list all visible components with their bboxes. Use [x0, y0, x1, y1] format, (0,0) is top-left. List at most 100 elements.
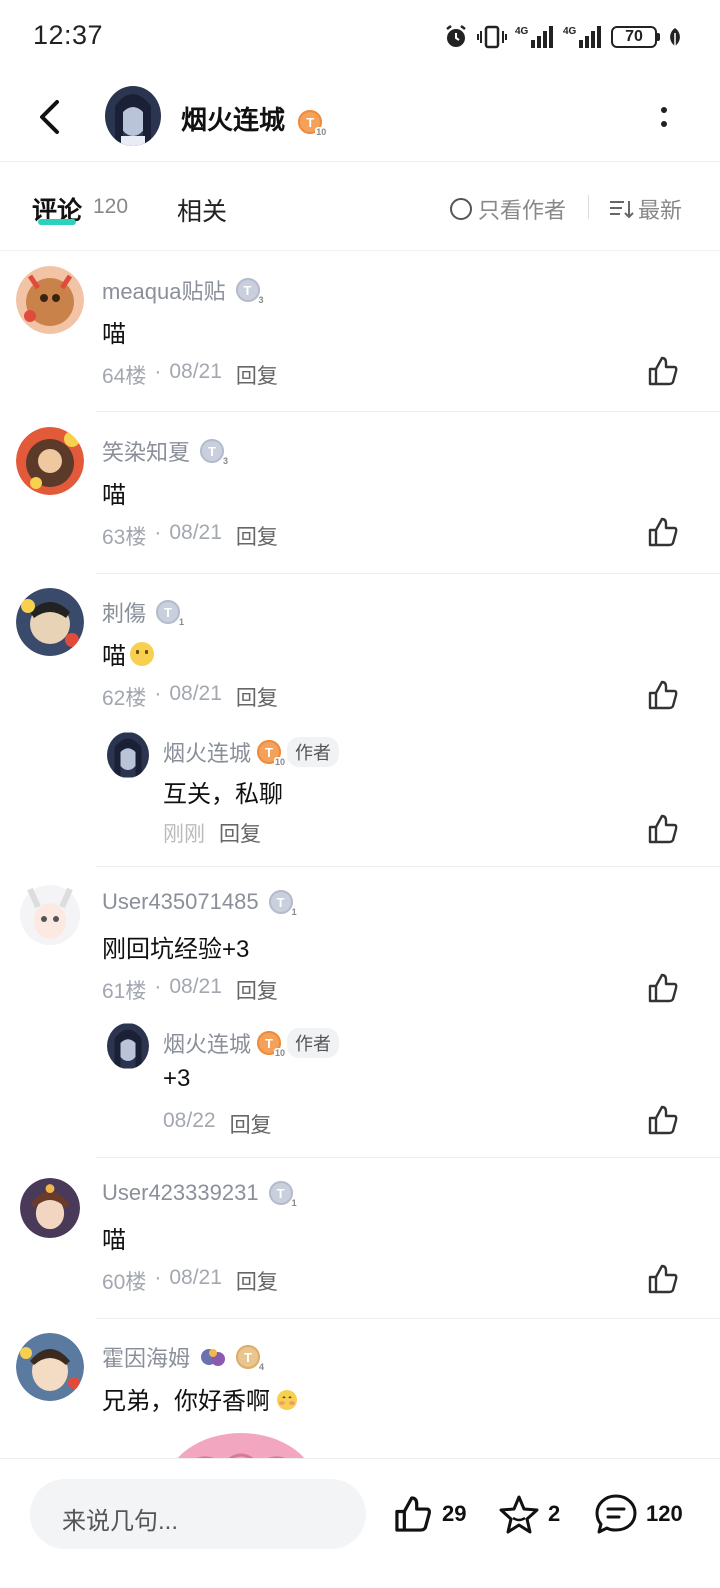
author-tag: 作者 — [287, 1028, 340, 1058]
bottom-action-bar: 来说几句... 29 2 120 — [0, 1458, 720, 1588]
reply-text: 互关，私聊 — [163, 781, 283, 808]
reply-button[interactable]: 回复 — [236, 360, 278, 390]
thumbs-up-icon[interactable] — [646, 354, 680, 388]
reply-button[interactable]: 回复 — [236, 975, 278, 1005]
comment-text: 喵 — [102, 482, 126, 509]
comment-item: 霍因海姆 T4 兄弟，你好香啊 — [0, 1319, 720, 1458]
comment-date: 08/21 — [169, 521, 222, 544]
author-name: 烟火连城 — [181, 105, 286, 135]
avatar[interactable] — [20, 1178, 80, 1238]
comment-text-content: 兄弟，你好香啊 — [102, 1388, 270, 1415]
thumbs-up-icon[interactable] — [646, 971, 680, 1005]
svg-text:4G: 4G — [563, 26, 577, 37]
username[interactable]: 烟火连城 — [163, 736, 251, 768]
status-bar: 12:37 4G 4G 70 — [0, 0, 720, 72]
tab-related[interactable]: 相关 — [177, 192, 227, 228]
star-icon — [499, 1495, 539, 1534]
favorite-count: 2 — [548, 1501, 561, 1526]
reply-button[interactable]: 回复 — [219, 818, 261, 848]
avatar[interactable] — [107, 732, 149, 778]
leaf-icon — [670, 28, 680, 46]
thumbs-up-icon[interactable] — [646, 515, 680, 549]
floor-number: 62楼 — [102, 687, 147, 710]
comment-bubble-icon — [595, 1494, 637, 1534]
username[interactable]: meaqua贴贴 — [102, 274, 226, 306]
author-tag: 作者 — [287, 737, 340, 767]
level-badge-icon: T4 — [236, 1345, 266, 1372]
avatar[interactable] — [16, 427, 84, 495]
reply-time: 刚刚 — [163, 823, 205, 846]
battery-icon: 70 — [611, 26, 660, 48]
floor-number: 64楼 — [102, 365, 147, 388]
smile-emoji-icon — [130, 641, 154, 666]
avatar[interactable] — [16, 1333, 84, 1401]
comment-meta: 63楼 · 08/21 回复 — [102, 521, 278, 551]
comments-count: 120 — [93, 195, 129, 218]
level-badge-icon: T 10 — [257, 1031, 287, 1058]
author-only-toggle[interactable]: 只看作者 — [450, 193, 566, 225]
reply-time: 08/22 — [163, 1109, 216, 1132]
reply-button[interactable]: 回复 — [236, 682, 278, 712]
comment-date: 08/21 — [169, 682, 222, 705]
comment-text: 喵 — [102, 1227, 126, 1254]
comment-input[interactable]: 来说几句... — [30, 1479, 366, 1549]
thumbs-up-icon[interactable] — [646, 678, 680, 712]
vibrate-icon — [477, 25, 507, 49]
comment-item: 刺傷 T1 喵 62楼 · 08/21 回复 烟火连城 T 10 作者 互关，私聊… — [0, 574, 720, 867]
sort-button[interactable]: 最新 — [608, 193, 682, 225]
username[interactable]: 烟火连城 — [163, 1027, 251, 1059]
reply-meta: 刚刚 回复 — [163, 818, 261, 848]
favorite-button[interactable]: 2 — [498, 1493, 560, 1535]
comments-button[interactable]: 120 — [594, 1493, 683, 1535]
comment-tabs: 评论 120 相关 只看作者 最新 — [0, 163, 720, 251]
more-options-button[interactable] — [654, 100, 674, 134]
username[interactable]: 笑染知夏 — [102, 435, 190, 467]
username[interactable]: User423339231 — [102, 1180, 259, 1206]
avatar[interactable] — [16, 266, 84, 334]
comment-item: User435071485 T1 刚回坑经验+3 61楼 · 08/21 回复 … — [0, 867, 720, 1158]
status-time: 12:37 — [33, 20, 104, 50]
comment-meta: 61楼 · 08/21 回复 — [102, 975, 278, 1005]
thumbs-up-icon — [395, 1496, 431, 1532]
comment-date: 08/21 — [169, 975, 222, 998]
alarm-icon — [446, 25, 466, 47]
thumbs-up-icon[interactable] — [646, 812, 680, 846]
avatar[interactable] — [16, 881, 84, 949]
reply-button[interactable]: 回复 — [230, 1109, 272, 1139]
author-only-label: 只看作者 — [478, 198, 567, 223]
comment-item: User423339231 T1 喵 60楼 · 08/21 回复 — [0, 1158, 720, 1319]
floor-number: 63楼 — [102, 526, 147, 549]
reply-button[interactable]: 回复 — [236, 521, 278, 551]
comment-item: meaqua贴贴 T3 喵 64楼 · 08/21 回复 — [0, 252, 720, 412]
comment-image[interactable] — [163, 1429, 319, 1458]
username[interactable]: 刺傷 — [102, 596, 146, 628]
comment-meta: 64楼 · 08/21 回复 — [102, 360, 278, 390]
username[interactable]: User435071485 — [102, 889, 259, 915]
comment-text: 喵 — [102, 636, 154, 671]
level-badge-icon: T 10 — [257, 740, 287, 767]
comment-date: 08/21 — [169, 360, 222, 383]
reply-button[interactable]: 回复 — [236, 1266, 278, 1296]
svg-text:4G: 4G — [515, 26, 529, 37]
back-button[interactable] — [30, 94, 70, 140]
sticker-badge-icon — [201, 1349, 226, 1366]
level-badge-icon: T3 — [235, 278, 265, 305]
post-header: 烟火连城 T 10 — [0, 72, 720, 162]
comment-text: 喵 — [102, 321, 126, 348]
thumbs-up-icon[interactable] — [646, 1103, 680, 1137]
avatar[interactable] — [16, 588, 84, 656]
level-badge-icon: T3 — [200, 439, 230, 466]
like-post-button[interactable]: 29 — [392, 1493, 466, 1535]
comment-count: 120 — [646, 1501, 683, 1526]
comment-meta: 62楼 · 08/21 回复 — [102, 682, 278, 712]
like-count: 29 — [442, 1501, 467, 1526]
active-tab-indicator — [38, 219, 76, 225]
sort-label: 最新 — [638, 198, 683, 223]
avatar[interactable] — [107, 1023, 149, 1069]
floor-number: 61楼 — [102, 980, 147, 1003]
thumbs-up-icon[interactable] — [646, 1262, 680, 1296]
page-title[interactable]: 烟火连城 T 10 — [181, 100, 328, 138]
author-avatar[interactable] — [105, 86, 161, 146]
username[interactable]: 霍因海姆 — [102, 1341, 190, 1373]
chevron-left-icon — [40, 100, 59, 134]
